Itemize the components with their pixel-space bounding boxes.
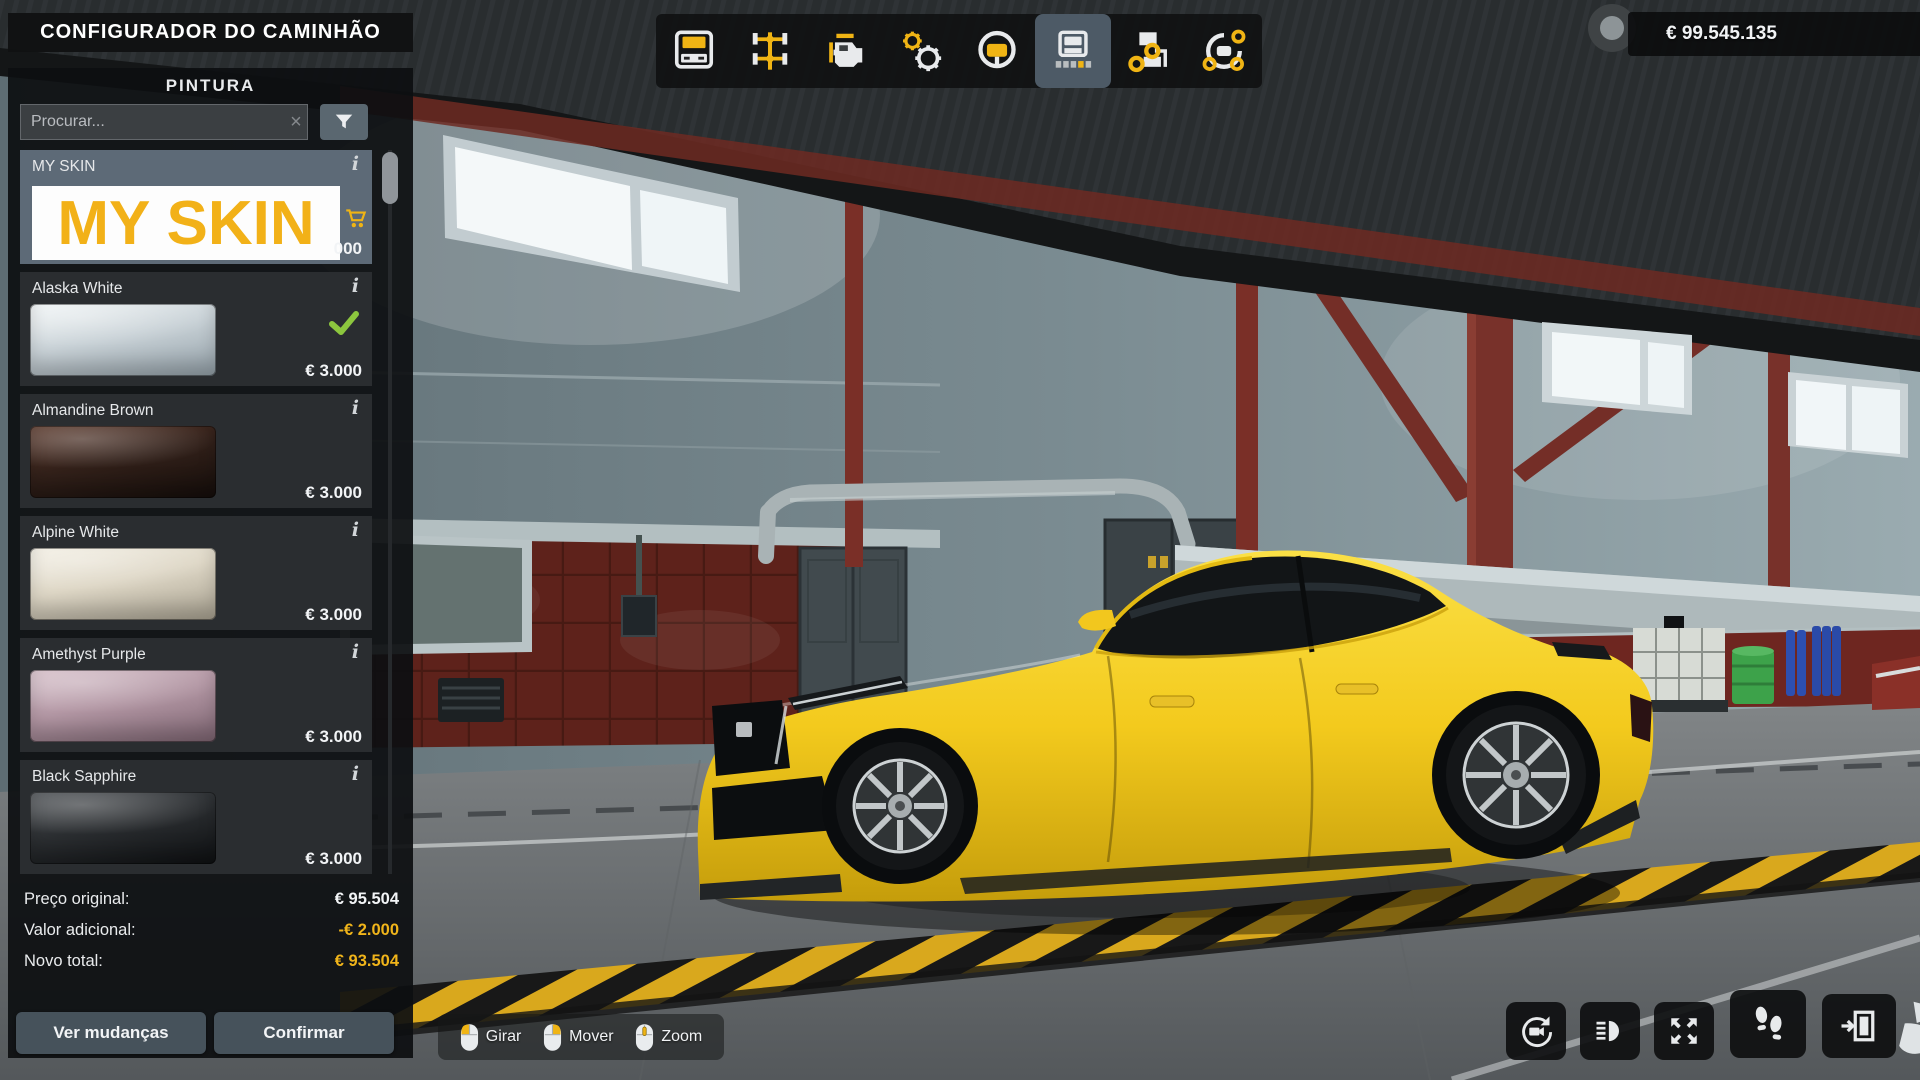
cart-icon <box>343 206 369 230</box>
paint-price: € 3.000 <box>305 361 362 381</box>
gears-icon <box>898 28 944 74</box>
confirm-button[interactable]: Confirmar <box>214 1012 394 1054</box>
player-money: € 99.545.135 <box>1628 12 1920 56</box>
camera-hint-bar: Girar Mover Zoom <box>438 1014 724 1060</box>
steel-column <box>1236 255 1258 562</box>
mouse-right-icon <box>543 1023 562 1052</box>
filter-button[interactable] <box>320 104 368 140</box>
accessories-icon <box>1201 28 1247 74</box>
paint-swatch <box>30 304 216 376</box>
info-icon[interactable]: i <box>352 397 359 419</box>
exit-configurator-button[interactable] <box>1822 994 1896 1058</box>
tab-paint[interactable] <box>1035 14 1111 88</box>
paint-icon <box>1050 28 1096 74</box>
hint-move: Mover <box>543 1023 613 1052</box>
summary-additional-value: Valor adicional: -€ 2.000 <box>8 921 413 945</box>
paint-price: € 3.000 <box>305 483 362 503</box>
truck-configurator-screen: CONFIGURADOR DO CAMINHÃO PINTURA × MY SK… <box>0 0 1920 1080</box>
mouse-left-icon <box>460 1023 479 1052</box>
tab-interior[interactable] <box>959 14 1035 88</box>
paint-price: € 3.000 <box>305 605 362 625</box>
skin-preview: MY SKIN <box>32 186 340 260</box>
exit-door-icon <box>1839 1006 1879 1046</box>
paint-price: € 3.000 <box>305 849 362 869</box>
paint-item-almandine-brown[interactable]: Almandine Brown i € 3.000 <box>20 394 372 508</box>
info-icon[interactable]: i <box>352 153 359 175</box>
footsteps-icon <box>1747 1003 1789 1045</box>
tab-cabin[interactable] <box>656 14 732 88</box>
paint-swatch <box>30 792 216 864</box>
paint-item-my-skin[interactable]: MY SKIN i MY SKIN 000 <box>20 150 372 264</box>
paint-swatch <box>30 426 216 498</box>
summary-new-total: Novo total: € 93.504 <box>8 952 413 976</box>
panel-title: PINTURA <box>8 76 413 96</box>
paint-name: MY SKIN <box>32 158 95 176</box>
reset-camera-button[interactable] <box>1506 1002 1566 1060</box>
paint-name: Black Sapphire <box>32 768 136 786</box>
paint-price: € 3.000 <box>305 727 362 747</box>
paint-name: Alpine White <box>32 524 119 542</box>
info-icon[interactable]: i <box>352 275 359 297</box>
hint-rotate: Girar <box>460 1023 522 1052</box>
search-input[interactable] <box>20 104 308 140</box>
truck-cabin-icon <box>671 28 717 74</box>
mouse-wheel-icon <box>635 1023 654 1052</box>
paint-name: Almandine Brown <box>32 402 153 420</box>
hand-cursor-icon <box>1896 1000 1920 1070</box>
funnel-icon <box>333 111 355 133</box>
engine-icon <box>822 28 868 74</box>
chassis-icon <box>747 28 793 74</box>
walk-mode-button[interactable] <box>1730 990 1806 1058</box>
scrollbar-thumb[interactable] <box>382 152 398 204</box>
tab-chassis[interactable] <box>732 14 808 88</box>
paint-item-amethyst-purple[interactable]: Amethyst Purple i € 3.000 <box>20 638 372 752</box>
headlight-icon <box>1592 1013 1628 1049</box>
tab-transmission[interactable] <box>883 14 959 88</box>
view-changes-button[interactable]: Ver mudanças <box>16 1012 206 1054</box>
clear-search-icon[interactable]: × <box>284 108 308 136</box>
paint-name: Alaska White <box>32 280 122 298</box>
paint-swatch <box>30 670 216 742</box>
tab-engine[interactable] <box>808 14 884 88</box>
scrollbar-track[interactable] <box>388 150 392 874</box>
paint-name: Amethyst Purple <box>32 646 146 664</box>
hint-zoom: Zoom <box>635 1023 702 1052</box>
paint-item-alaska-white[interactable]: Alaska White i € 3.000 <box>20 272 372 386</box>
configurator-toolbar <box>656 14 1262 88</box>
info-icon[interactable]: i <box>352 763 359 785</box>
paint-item-alpine-white[interactable]: Alpine White i € 3.000 <box>20 516 372 630</box>
tab-accessories[interactable] <box>1186 14 1262 88</box>
paint-panel: PINTURA × MY SKIN i MY SKIN 000 <box>8 68 413 1058</box>
wheels-icon <box>1125 28 1171 74</box>
info-icon[interactable]: i <box>352 519 359 541</box>
page-title: CONFIGURADOR DO CAMINHÃO <box>40 21 381 44</box>
expand-arrows-icon <box>1667 1014 1701 1048</box>
steering-wheel-icon <box>974 28 1020 74</box>
paint-swatch <box>30 548 216 620</box>
configurator-header: CONFIGURADOR DO CAMINHÃO <box>8 13 413 52</box>
headlights-button[interactable] <box>1580 1002 1640 1060</box>
selected-check-icon <box>329 310 359 336</box>
tab-wheels[interactable] <box>1111 14 1187 88</box>
paint-item-black-sapphire[interactable]: Black Sapphire i € 3.000 <box>20 760 372 874</box>
paint-price: 000 <box>334 239 362 259</box>
front-wheel <box>822 728 978 884</box>
info-icon[interactable]: i <box>352 641 359 663</box>
center-view-button[interactable] <box>1654 1002 1714 1060</box>
rotate-camera-icon <box>1518 1013 1554 1049</box>
rear-wheel <box>1432 691 1600 859</box>
steel-column <box>845 175 863 567</box>
summary-original-price: Preço original: € 95.504 <box>8 890 413 914</box>
